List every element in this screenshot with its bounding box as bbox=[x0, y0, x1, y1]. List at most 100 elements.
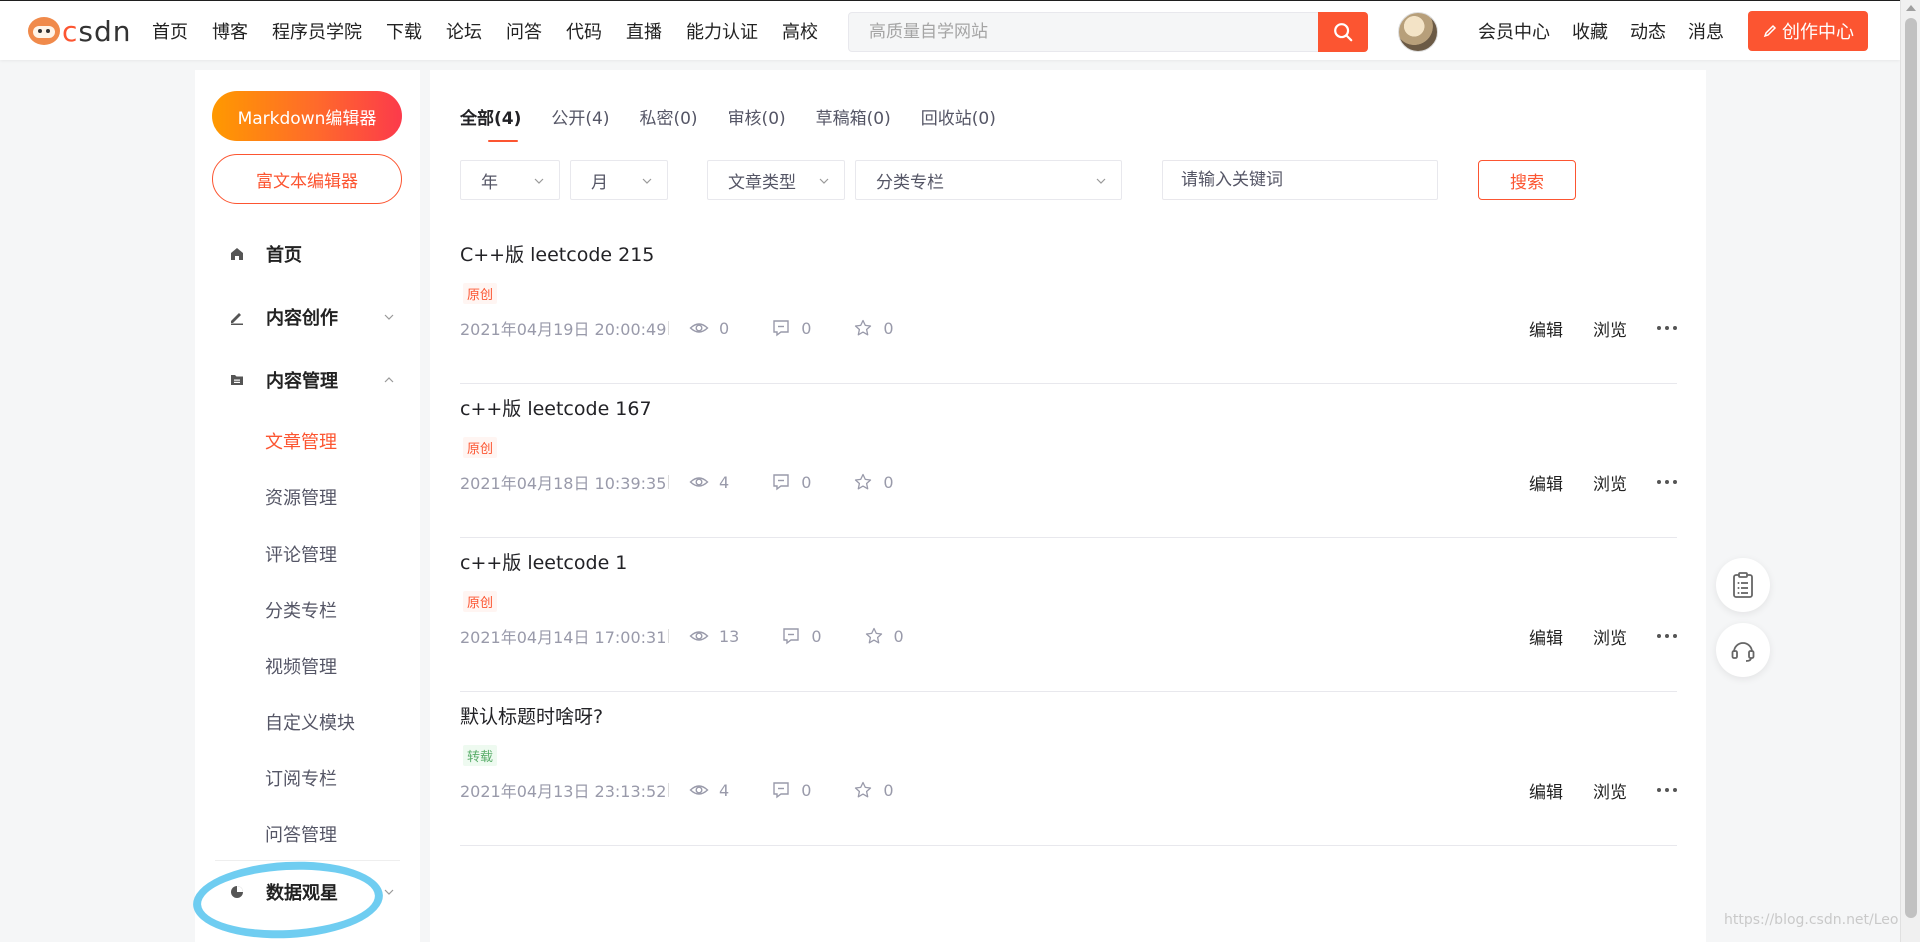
user-avatar[interactable] bbox=[1398, 12, 1438, 52]
comment-icon bbox=[773, 320, 789, 337]
nav-forum[interactable]: 论坛 bbox=[446, 18, 482, 44]
star-icon bbox=[855, 781, 872, 798]
nav-blog[interactable]: 博客 bbox=[212, 18, 248, 44]
view-button[interactable]: 浏览 bbox=[1593, 470, 1627, 495]
article-actions: 编辑 浏览 bbox=[1529, 316, 1677, 341]
nav-favorites[interactable]: 收藏 bbox=[1572, 18, 1608, 44]
article-tag: 转载 bbox=[463, 745, 498, 766]
article-title[interactable]: 默认标题时啥呀? bbox=[460, 702, 603, 729]
star-icon bbox=[865, 627, 882, 644]
chevron-down-icon bbox=[384, 889, 394, 895]
richtext-editor-button[interactable]: 富文本编辑器 bbox=[212, 154, 402, 204]
sidebar-sub-resource-manage[interactable]: 资源管理 bbox=[265, 484, 337, 510]
nav-qa[interactable]: 问答 bbox=[506, 18, 542, 44]
edit-button[interactable]: 编辑 bbox=[1529, 624, 1563, 649]
month-select[interactable]: 月 bbox=[570, 160, 668, 200]
more-options-icon[interactable] bbox=[1657, 633, 1677, 639]
nav-university[interactable]: 高校 bbox=[782, 18, 818, 44]
article-title[interactable]: c++版 leetcode 167 bbox=[460, 394, 652, 421]
nav-home[interactable]: 首页 bbox=[152, 18, 188, 44]
year-select[interactable]: 年 bbox=[460, 160, 560, 200]
header-search-input[interactable] bbox=[849, 13, 1319, 51]
comment-count: 0 bbox=[781, 626, 822, 646]
nav-certification[interactable]: 能力认证 bbox=[686, 18, 758, 44]
nav-vip-center[interactable]: 会员中心 bbox=[1478, 18, 1550, 44]
headset-icon bbox=[1731, 642, 1755, 662]
article-type-select[interactable]: 文章类型 bbox=[707, 160, 845, 200]
edit-button[interactable]: 编辑 bbox=[1529, 316, 1563, 341]
edit-button[interactable]: 编辑 bbox=[1529, 778, 1563, 803]
more-options-icon[interactable] bbox=[1657, 479, 1677, 485]
tab-private[interactable]: 私密(0) bbox=[639, 104, 697, 134]
article-tag: 原创 bbox=[463, 283, 498, 304]
logo-mascot-icon bbox=[28, 17, 60, 45]
sidebar-item-content-create[interactable]: 内容创作 bbox=[195, 297, 420, 337]
view-button[interactable]: 浏览 bbox=[1593, 778, 1627, 803]
scrollbar-thumb[interactable] bbox=[1905, 18, 1917, 918]
nav-messages[interactable]: 消息 bbox=[1688, 18, 1724, 44]
folder-icon bbox=[228, 371, 246, 389]
view-button[interactable]: 浏览 bbox=[1593, 316, 1627, 341]
markdown-editor-button[interactable]: Markdown编辑器 bbox=[212, 91, 402, 141]
year-select-value: 年 bbox=[481, 172, 498, 193]
comment-count: 0 bbox=[771, 472, 811, 492]
sidebar-sub-category[interactable]: 分类专栏 bbox=[265, 597, 337, 623]
sidebar-sub-comment-manage[interactable]: 评论管理 bbox=[265, 541, 337, 567]
search-button[interactable]: 搜索 bbox=[1478, 160, 1576, 200]
sidebar: Markdown编辑器 富文本编辑器 首页 内容创作 内容管理 文章管理 资源管… bbox=[195, 70, 420, 942]
view-button[interactable]: 浏览 bbox=[1593, 624, 1627, 649]
article-meta: 2021年04月14日 17:00:31 13 0 0 bbox=[460, 624, 946, 648]
nav-download[interactable]: 下载 bbox=[386, 18, 422, 44]
star-icon bbox=[855, 473, 872, 490]
view-count: 13 bbox=[689, 626, 739, 646]
scroll-up-arrow-icon[interactable] bbox=[1906, 5, 1916, 11]
search-icon bbox=[1334, 23, 1353, 42]
category-select[interactable]: 分类专栏 bbox=[855, 160, 1122, 200]
tab-all[interactable]: 全部(4) bbox=[460, 104, 521, 142]
article-date: 2021年04月13日 23:13:52 bbox=[460, 782, 667, 801]
sidebar-item-label: 内容创作 bbox=[266, 308, 338, 329]
sidebar-item-home[interactable]: 首页 bbox=[195, 234, 420, 274]
sidebar-item-label: 内容管理 bbox=[266, 371, 338, 392]
article-date: 2021年04月18日 10:39:35 bbox=[460, 474, 667, 493]
sidebar-sub-qa-manage[interactable]: 问答管理 bbox=[265, 821, 337, 847]
nav-academy[interactable]: 程序员学院 bbox=[272, 18, 362, 44]
article-title[interactable]: c++版 leetcode 1 bbox=[460, 548, 627, 575]
view-count-value: 4 bbox=[719, 780, 730, 800]
article-title[interactable]: C++版 leetcode 215 bbox=[460, 240, 654, 267]
comment-icon bbox=[773, 782, 789, 799]
more-options-icon[interactable] bbox=[1657, 325, 1677, 331]
pen-icon bbox=[1763, 24, 1777, 38]
tab-review[interactable]: 审核(0) bbox=[728, 104, 786, 134]
sidebar-sub-custom-module[interactable]: 自定义模块 bbox=[265, 709, 355, 735]
nav-live[interactable]: 直播 bbox=[626, 18, 662, 44]
tab-drafts[interactable]: 草稿箱(0) bbox=[816, 104, 891, 134]
chevron-down-icon bbox=[1096, 178, 1106, 184]
float-support-button[interactable] bbox=[1716, 623, 1770, 677]
sidebar-sub-article-manage[interactable]: 文章管理 bbox=[265, 428, 337, 454]
article-row: 默认标题时啥呀? 转载 2021年04月13日 23:13:52 4 0 0 编… bbox=[460, 692, 1677, 846]
page-scrollbar[interactable] bbox=[1900, 0, 1920, 942]
sidebar-sub-video-manage[interactable]: 视频管理 bbox=[265, 653, 337, 679]
sidebar-sub-subscription[interactable]: 订阅专栏 bbox=[265, 765, 337, 791]
more-options-icon[interactable] bbox=[1657, 787, 1677, 793]
view-count-value: 0 bbox=[719, 318, 730, 338]
float-clipboard-button[interactable] bbox=[1716, 558, 1770, 612]
tab-public[interactable]: 公开(4) bbox=[551, 104, 609, 134]
main-panel: 全部(4) 公开(4) 私密(0) 审核(0) 草稿箱(0) 回收站(0) 年 … bbox=[430, 70, 1706, 942]
article-row: c++版 leetcode 1 原创 2021年04月14日 17:00:31 … bbox=[460, 538, 1677, 692]
header-search-button[interactable] bbox=[1318, 12, 1368, 52]
chevron-down-icon bbox=[534, 178, 544, 184]
keyword-input[interactable] bbox=[1162, 160, 1438, 200]
sidebar-item-content-manage[interactable]: 内容管理 bbox=[195, 360, 420, 400]
header-search bbox=[848, 12, 1368, 52]
edit-button[interactable]: 编辑 bbox=[1529, 470, 1563, 495]
create-center-button[interactable]: 创作中心 bbox=[1748, 11, 1868, 51]
tab-recycle-bin[interactable]: 回收站(0) bbox=[921, 104, 996, 134]
logo-text: csdn bbox=[62, 14, 132, 48]
nav-code[interactable]: 代码 bbox=[566, 18, 602, 44]
csdn-logo[interactable]: csdn bbox=[28, 14, 132, 48]
nav-activity[interactable]: 动态 bbox=[1630, 18, 1666, 44]
article-meta: 2021年04月18日 10:39:35 4 0 0 bbox=[460, 470, 936, 494]
chevron-down-icon bbox=[819, 178, 829, 184]
